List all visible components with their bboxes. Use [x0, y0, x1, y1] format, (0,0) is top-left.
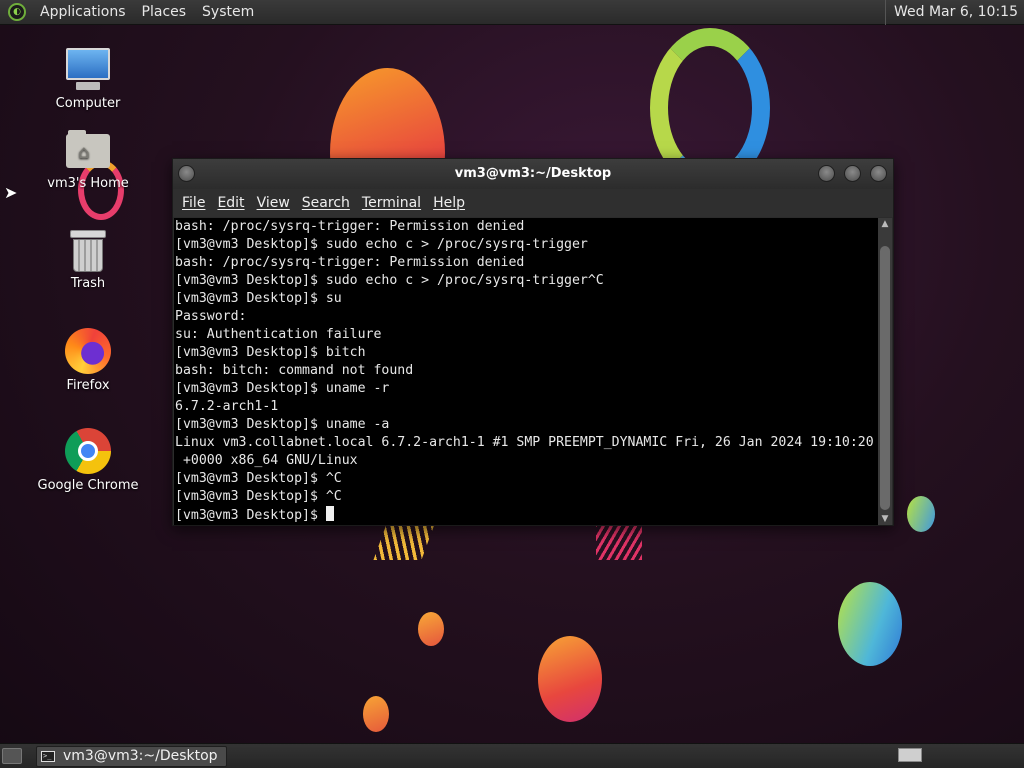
- terminal-line: bash: /proc/sysrq-trigger: Permission de…: [175, 255, 525, 270]
- chrome-icon: [65, 428, 111, 474]
- scrollbar-thumb[interactable]: [880, 246, 890, 510]
- wallpaper-orb: [907, 496, 935, 532]
- terminal-scrollbar[interactable]: ▲ ▼: [878, 218, 892, 525]
- desktop-icon-label: Google Chrome: [37, 478, 139, 493]
- panel-clock[interactable]: Wed Mar 6, 10:15: [885, 0, 1024, 25]
- menu-system[interactable]: System: [194, 0, 262, 25]
- menu-file[interactable]: File: [176, 195, 211, 211]
- menu-search[interactable]: Search: [296, 195, 356, 211]
- desktop-icon-label: Computer: [55, 96, 121, 111]
- window-title: vm3@vm3:~/Desktop: [454, 166, 612, 181]
- firefox-icon: [65, 328, 111, 374]
- terminal-line: su: Authentication failure: [175, 327, 382, 342]
- terminal-line: bash: bitch: command not found: [175, 363, 414, 378]
- wallpaper-orb: [538, 636, 602, 722]
- mouse-pointer-icon: ➤: [4, 183, 18, 202]
- terminal-line: [vm3@vm3 Desktop]$ ^C: [175, 489, 342, 504]
- terminal-line: [vm3@vm3 Desktop]$ su: [175, 291, 342, 306]
- terminal-line: [vm3@vm3 Desktop]$ ^C: [175, 471, 342, 486]
- menu-help[interactable]: Help: [427, 195, 471, 211]
- terminal-icon: >_: [41, 750, 55, 762]
- menu-places[interactable]: Places: [134, 0, 195, 25]
- terminal-window[interactable]: vm3@vm3:~/Desktop File Edit View Search …: [172, 158, 894, 526]
- terminal-line: bash: /proc/sysrq-trigger: Permission de…: [175, 219, 525, 234]
- trash-icon: [70, 230, 106, 272]
- top-panel: ◐ Applications Places System Wed Mar 6, …: [0, 0, 1024, 25]
- desktop-icon-computer[interactable]: Computer: [28, 46, 148, 111]
- window-menu-button[interactable]: [178, 165, 195, 182]
- scroll-down-arrow-icon[interactable]: ▼: [880, 514, 890, 524]
- terminal-output[interactable]: bash: /proc/sysrq-trigger: Permission de…: [174, 218, 880, 525]
- menu-applications[interactable]: Applications: [32, 0, 134, 25]
- menu-terminal[interactable]: Terminal: [356, 195, 427, 211]
- close-button[interactable]: [870, 165, 887, 182]
- terminal-line: +0000 x86_64 GNU/Linux: [175, 453, 358, 468]
- desktop-icon-label: Trash: [70, 276, 106, 291]
- desktop-icon-label: Firefox: [66, 378, 110, 393]
- desktop-icon-chrome[interactable]: Google Chrome: [28, 428, 148, 493]
- desktop-icon-label: vm3's Home: [47, 176, 129, 191]
- minimize-button[interactable]: [818, 165, 835, 182]
- menu-edit[interactable]: Edit: [211, 195, 250, 211]
- show-desktop-icon[interactable]: [2, 748, 22, 764]
- wallpaper-orb: [418, 612, 444, 646]
- terminal-line: [vm3@vm3 Desktop]$ sudo echo c > /proc/s…: [175, 273, 604, 288]
- scroll-up-arrow-icon[interactable]: ▲: [880, 219, 890, 229]
- computer-icon: [64, 46, 112, 92]
- menu-view[interactable]: View: [251, 195, 296, 211]
- workspace-switcher[interactable]: [898, 748, 922, 762]
- wallpaper-orb: [363, 696, 389, 732]
- window-titlebar[interactable]: vm3@vm3:~/Desktop: [173, 159, 893, 189]
- terminal-line: Linux vm3.collabnet.local 6.7.2-arch1-1 …: [175, 435, 874, 450]
- wallpaper-orb: [838, 582, 902, 666]
- taskbar-window-label: vm3@vm3:~/Desktop: [63, 748, 218, 764]
- terminal-line: 6.7.2-arch1-1: [175, 399, 279, 414]
- text-cursor: [325, 506, 334, 521]
- home-folder-icon: ⌂: [66, 130, 110, 168]
- terminal-line: [vm3@vm3 Desktop]$ uname -a: [175, 417, 390, 432]
- desktop-icon-firefox[interactable]: Firefox: [28, 328, 148, 393]
- desktop-icon-home[interactable]: ⌂ vm3's Home: [28, 130, 148, 191]
- terminal-line: [vm3@vm3 Desktop]$ bitch: [175, 345, 366, 360]
- taskbar-window-button[interactable]: >_ vm3@vm3:~/Desktop: [36, 745, 227, 767]
- wallpaper-stripes: [373, 524, 435, 560]
- terminal-menubar: File Edit View Search Terminal Help: [173, 189, 893, 217]
- terminal-prompt: [vm3@vm3 Desktop]$: [175, 508, 326, 523]
- bottom-panel: >_ vm3@vm3:~/Desktop: [0, 743, 1024, 768]
- desktop-icon-trash[interactable]: Trash: [28, 230, 148, 291]
- terminal-line: [vm3@vm3 Desktop]$ uname -r: [175, 381, 390, 396]
- distro-menu-icon[interactable]: ◐: [8, 3, 26, 21]
- wallpaper-stripes: [596, 524, 642, 560]
- terminal-line: Password:: [175, 309, 247, 324]
- terminal-line: [vm3@vm3 Desktop]$ sudo echo c > /proc/s…: [175, 237, 588, 252]
- maximize-button[interactable]: [844, 165, 861, 182]
